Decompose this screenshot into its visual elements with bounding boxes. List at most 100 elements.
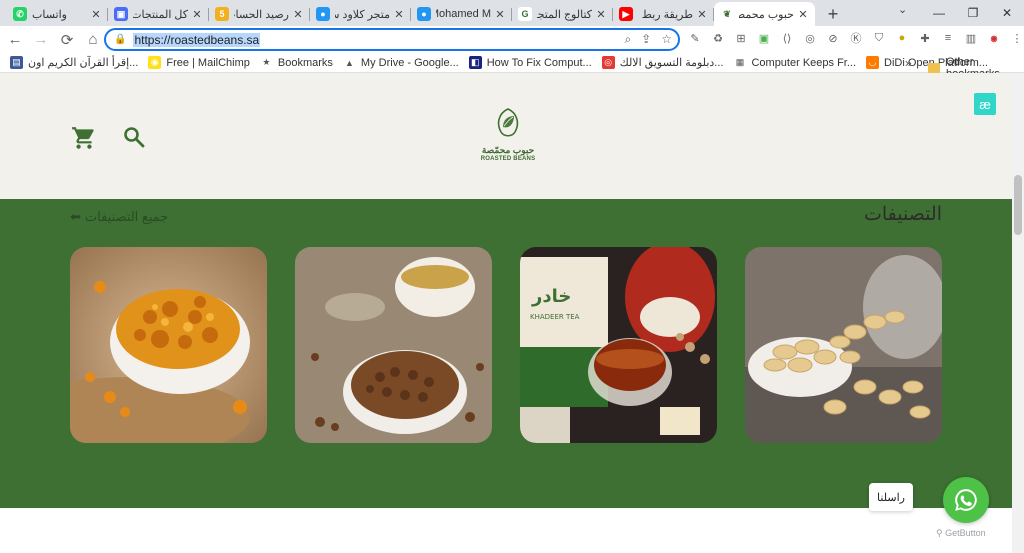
extension-icon[interactable]: ♻ [709, 29, 727, 47]
search-icon[interactable] [122, 125, 146, 154]
bookmark-label: Bookmarks [277, 56, 333, 69]
whatsapp-icon [955, 489, 977, 511]
page-scrollbar[interactable] [1012, 73, 1024, 553]
bookmark-item[interactable]: ▤ إقرأ القرآن الكريم اون... [10, 56, 138, 69]
restore-icon[interactable]: ❐ [956, 0, 990, 26]
bookmark-star-icon[interactable]: ☆ [661, 32, 672, 47]
all-categories-link[interactable]: ⬅ جميع التصنيفات [70, 209, 168, 225]
bookmark-label: How To Fix Comput... [486, 56, 592, 69]
browser-tab[interactable]: ● Mohamed M...✕ [411, 2, 512, 26]
arrow-left-icon: ⬅ [70, 209, 81, 224]
bookmark-label: Computer Keeps Fr... [751, 56, 857, 69]
puzzle-icon[interactable]: ✚ [916, 29, 934, 47]
bookmark-item[interactable]: ★ Bookmarks [259, 56, 333, 69]
sidepanel-icon[interactable]: ▥ [962, 29, 980, 47]
menu-icon[interactable]: ⋮ [1008, 29, 1024, 47]
logo-arabic-text: حبوب محمّصة [481, 145, 535, 155]
tab-close-icon[interactable]: ✕ [393, 8, 405, 21]
minimize-icon[interactable]: — [922, 0, 956, 26]
zoom-icon[interactable]: ⌕ [624, 32, 631, 47]
extension-icon[interactable]: ▣ [755, 29, 773, 47]
category-card-cashews[interactable] [745, 247, 942, 443]
back-icon[interactable]: ← [4, 29, 26, 51]
bookmark-favicon-icon: ▤ [10, 56, 23, 69]
tab-title: حبوب محمصة [739, 8, 794, 21]
tab-title: متجر كلاود ستور [335, 8, 390, 21]
accessibility-badge-icon[interactable]: æ [974, 93, 996, 115]
bookmark-favicon-icon: ◎ [601, 56, 615, 69]
cashews-image [745, 247, 942, 443]
tab-favicon-icon: ● [316, 7, 330, 21]
category-card-tea[interactable]: خادر KHADEER TEA [520, 247, 717, 443]
tab-close-icon[interactable]: ✕ [595, 8, 607, 21]
tab-close-icon[interactable]: ✕ [797, 8, 809, 21]
reload-icon[interactable]: ⟳ [56, 29, 78, 51]
bookmark-item[interactable]: ◎ دبلومة التسويق الالك... [601, 56, 724, 69]
tab-close-icon[interactable]: ✕ [292, 8, 304, 21]
tab-favicon-icon: G [518, 7, 532, 21]
content-below [0, 508, 1012, 553]
tab-search-icon[interactable]: ⌄ [898, 3, 907, 16]
whatsapp-label[interactable]: راسلنا [869, 483, 913, 511]
site-logo[interactable]: حبوب محمّصة ROASTED BEANS [476, 107, 540, 162]
browser-tab[interactable]: ▶ طريقة ربط (25)✕ [613, 2, 714, 26]
home-icon[interactable]: ⌂ [82, 29, 104, 51]
tab-close-icon[interactable]: ✕ [191, 8, 203, 21]
bookmark-favicon-icon: ◧ [468, 56, 482, 69]
bookmark-item[interactable]: ◧ How To Fix Comput... [468, 56, 592, 69]
bookmark-item[interactable]: ▦ Computer Keeps Fr... [733, 56, 856, 69]
tab-favicon-icon: ● [417, 7, 431, 21]
extension-icon[interactable]: ⟨⟩ [778, 29, 796, 47]
browser-tab[interactable]: ● متجر كلاود ستور✕ [310, 2, 411, 26]
lock-icon[interactable]: 🔒 [114, 34, 126, 45]
browser-tab[interactable]: ▣ كل المنتجات - ...✕ [108, 2, 209, 26]
categories-heading: التصنيفات [863, 204, 942, 225]
logo-english-text: ROASTED BEANS [480, 156, 536, 162]
getbutton-label: GetButton [945, 528, 986, 538]
tab-close-icon[interactable]: ✕ [494, 8, 506, 21]
tab-title: كتالوج المتجر [537, 8, 592, 21]
browser-tab[interactable]: ❦ حبوب محمصة✕ [714, 2, 815, 26]
extension-icon[interactable]: Ⓚ [847, 29, 865, 47]
extension-icon[interactable]: ⛉ [870, 29, 888, 47]
tab-strip: ✆واتساب✕▣كل المنتجات - ...✕5رصيد الحساب✕… [0, 0, 1024, 26]
tab-close-icon[interactable]: ✕ [696, 8, 708, 21]
category-card-coffee[interactable] [295, 247, 492, 443]
browser-tab[interactable]: ✆ واتساب ✕ [7, 2, 108, 26]
cart-icon[interactable] [71, 125, 97, 156]
getbutton-credit[interactable]: ⚲ GetButton [936, 528, 986, 539]
tab-close-icon[interactable]: ✕ [90, 8, 102, 21]
browser-tab[interactable]: 5 رصيد الحساب✕ [209, 2, 310, 26]
bookmark-label: دبلومة التسويق الالك... [619, 57, 724, 69]
window-controls: — ❐ ✕ [922, 0, 1024, 26]
bookmark-label: إقرأ القرآن الكريم اون... [28, 57, 139, 69]
site-header: حبوب محمّصة ROASTED BEANS æ [0, 73, 1012, 199]
bookmark-favicon-icon: ◡ [866, 56, 880, 69]
webpage: حبوب محمّصة ROASTED BEANS æ التصنيفات ⬅ … [0, 73, 1012, 553]
media-icon[interactable]: ≡ [939, 29, 957, 47]
scrollbar-thumb[interactable] [1014, 175, 1022, 235]
bookmarks-overflow-icon[interactable]: » [905, 56, 912, 70]
new-tab-button[interactable]: + [821, 2, 845, 26]
forward-icon[interactable]: → [30, 29, 52, 51]
whatsapp-chat-button[interactable] [943, 477, 989, 523]
tab-favicon-icon: ▶ [619, 7, 633, 21]
bookmark-item[interactable]: ▲ My Drive - Google... [342, 56, 459, 69]
bookmark-item[interactable]: ◉ Free | MailChimp [148, 56, 250, 69]
extension-icon[interactable]: ⊞ [732, 29, 750, 47]
extension-icon[interactable]: ✎ [686, 29, 704, 47]
extension-icon[interactable]: ⊘ [824, 29, 842, 47]
url-text[interactable]: https://roastedbeans.sa [133, 32, 261, 47]
close-window-icon[interactable]: ✕ [990, 0, 1024, 26]
browser-tab[interactable]: G كتالوج المتجر ✕ [512, 2, 613, 26]
tab-title: رصيد الحساب [234, 8, 289, 21]
extension-icon[interactable]: ● [893, 29, 911, 47]
share-icon[interactable]: ⇪ [641, 32, 651, 47]
bookmark-favicon-icon: ▦ [733, 56, 747, 69]
profile-avatar[interactable]: ◉ [985, 29, 1003, 47]
extensions-area: ✎ ♻ ⊞ ▣ ⟨⟩ ◎ ⊘ Ⓚ ⛉ ● ✚ ≡ ▥ ◉ ⋮ [686, 29, 1024, 47]
extension-icon[interactable]: ◎ [801, 29, 819, 47]
category-card-turmeric[interactable] [70, 247, 267, 443]
bookmark-favicon-icon: ▲ [342, 56, 356, 69]
address-bar[interactable]: 🔒 https://roastedbeans.sa ⌕ ⇪ ☆ [104, 28, 680, 51]
